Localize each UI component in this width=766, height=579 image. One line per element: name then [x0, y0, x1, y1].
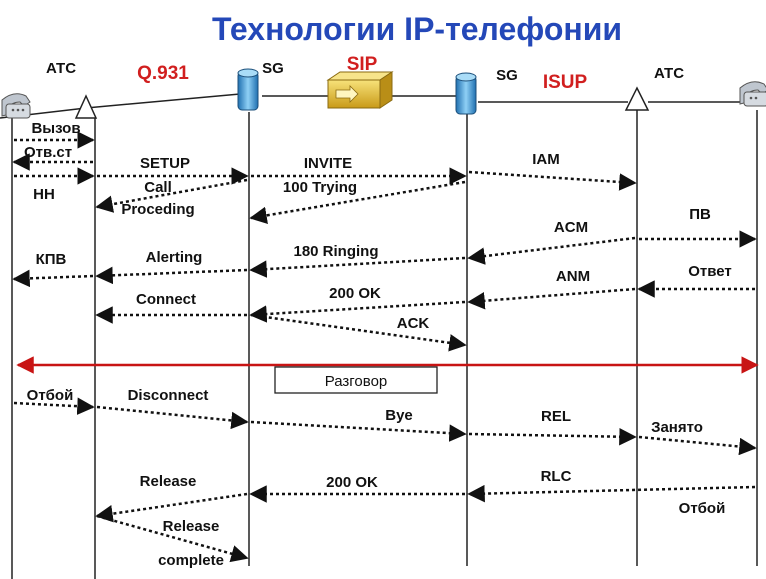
label-complete: complete	[158, 552, 224, 569]
arrow-zanyato	[638, 435, 757, 456]
label-rlc: RLC	[541, 468, 572, 485]
label-otvet: Ответ	[688, 263, 732, 280]
label-200-ok-b: 200 OK	[326, 474, 378, 491]
label-vyzov: Вызов	[31, 120, 80, 137]
atc-triangle-icon	[624, 86, 650, 111]
label-anm: ANM	[556, 268, 590, 285]
label-otboy-right: Отбой	[679, 500, 726, 517]
q931-label: Q.931	[137, 63, 189, 84]
label-otboy-left: Отбой	[27, 387, 74, 404]
telephone-icon	[739, 81, 766, 107]
label-invite: INVITE	[304, 155, 352, 172]
label-rel: REL	[541, 408, 571, 425]
arrow-disconnect	[96, 405, 249, 430]
label-iam: IAM	[532, 151, 560, 168]
label-call: Call	[144, 179, 172, 196]
arrow-200-ok-a	[249, 300, 466, 323]
telephone-icon	[1, 93, 31, 119]
label-200-ok-a: 200 OK	[329, 285, 381, 302]
arrow-ack	[250, 313, 467, 352]
arrow-acm	[467, 236, 636, 265]
label-proceding: Proceding	[121, 201, 194, 218]
arrow-rel	[468, 427, 637, 446]
arrow-bye	[250, 420, 467, 442]
signaling-gateway-icon	[237, 68, 259, 111]
label-connect: Connect	[136, 291, 196, 308]
page-title: Технологии IP-телефонии	[212, 11, 622, 47]
backbone-left-link	[0, 93, 241, 119]
sg-right-label: SG	[496, 67, 518, 84]
atc-right-label: АТС	[654, 65, 684, 82]
arrow-release	[95, 492, 248, 523]
label-setup: SETUP	[140, 155, 190, 172]
label-100-trying: 100 Trying	[283, 179, 357, 196]
arrow-alerting	[95, 266, 248, 285]
label-bye: Bye	[385, 407, 413, 424]
signaling-gateway-icon	[455, 72, 477, 115]
label-zanyato: Занято	[651, 419, 703, 436]
atc-left-label: АТС	[46, 60, 76, 77]
diagram-stage: Технологии IP-телефонии АТС Q.931 SG SIP…	[0, 0, 766, 579]
sip-server-icon	[326, 71, 394, 109]
label-pv: ПВ	[689, 206, 711, 223]
label-disconnect: Disconnect	[128, 387, 209, 404]
label-kpv: КПВ	[36, 251, 67, 268]
label-release: Release	[140, 473, 197, 490]
sg-left-label: SG	[262, 60, 284, 77]
arrow-anm	[467, 287, 636, 310]
label-release-2: Release	[163, 518, 220, 535]
arrow-iam	[468, 170, 637, 191]
label-acm: ACM	[554, 219, 588, 236]
razgovor-label: Разговор	[325, 373, 388, 390]
arrow-kpv	[12, 269, 94, 288]
label-alerting: Alerting	[146, 249, 203, 266]
label-ack: ACK	[397, 315, 430, 332]
label-180-ringing: 180 Ringing	[293, 243, 378, 260]
isup-label: ISUP	[543, 72, 588, 93]
label-otv-st: Отв.ст	[24, 144, 72, 161]
label-nn: НН	[33, 186, 55, 203]
call-flow-diagram: Технологии IP-телефонии АТС Q.931 SG SIP…	[0, 11, 766, 579]
arrow-rlc	[467, 484, 756, 503]
